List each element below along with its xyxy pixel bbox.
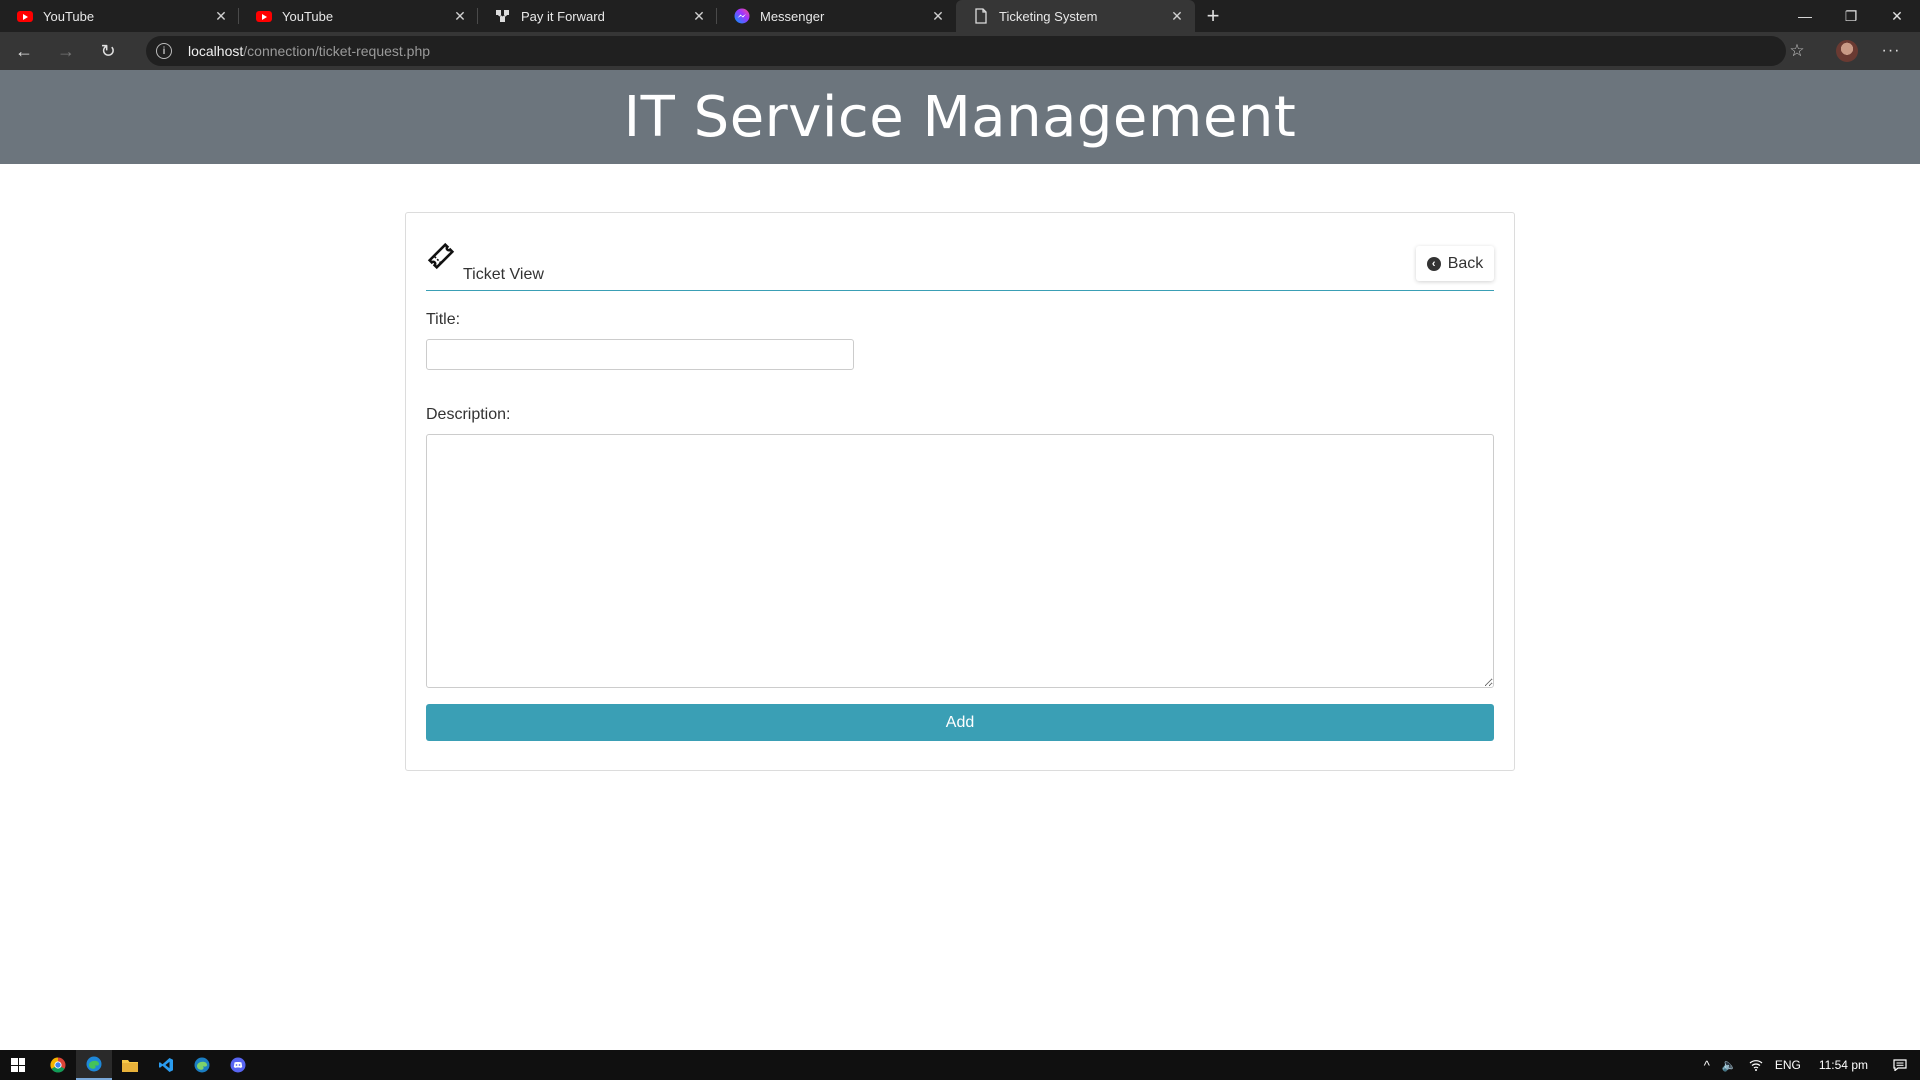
tab-youtube-2[interactable]: YouTube ✕ bbox=[239, 0, 478, 32]
youtube-icon bbox=[17, 8, 33, 24]
page-icon bbox=[973, 8, 989, 24]
volume-icon[interactable]: 🔈 bbox=[1716, 1058, 1743, 1072]
chevron-up-icon[interactable]: ^ bbox=[1698, 1058, 1716, 1073]
ticket-icon bbox=[427, 242, 455, 270]
description-label: Description: bbox=[426, 406, 511, 423]
taskbar: ^ 🔈 ENG 11:54 pm bbox=[0, 1050, 1920, 1080]
close-icon[interactable]: ✕ bbox=[930, 8, 946, 24]
more-options-icon[interactable]: ··· bbox=[1878, 40, 1904, 62]
edge-dev-icon[interactable] bbox=[184, 1050, 220, 1080]
tab-title: Pay it Forward bbox=[521, 8, 605, 24]
browser-tab-bar: YouTube ✕ YouTube ✕ Pay it Forward ✕ Mes… bbox=[0, 0, 1920, 32]
close-icon[interactable]: ✕ bbox=[213, 8, 229, 24]
page-header: IT Service Management bbox=[0, 70, 1920, 164]
chrome-icon[interactable] bbox=[40, 1050, 76, 1080]
edge-icon[interactable] bbox=[76, 1050, 112, 1080]
arrow-circle-left-icon: ‹ bbox=[1426, 256, 1441, 271]
title-input[interactable] bbox=[426, 339, 854, 370]
url-path: /connection/ticket-request.php bbox=[243, 43, 431, 59]
browser-toolbar: ← → ↻ i localhost/connection/ticket-requ… bbox=[0, 32, 1920, 70]
tab-title: Messenger bbox=[760, 8, 825, 24]
ticket-card: Ticket View ‹ Back Title: Description: A… bbox=[405, 212, 1515, 771]
refresh-icon[interactable]: ↻ bbox=[90, 35, 126, 67]
tab-title: Ticketing System bbox=[999, 8, 1098, 24]
back-button[interactable]: ‹ Back bbox=[1416, 246, 1494, 281]
close-icon[interactable]: ✕ bbox=[1169, 8, 1185, 24]
page-title: IT Service Management bbox=[623, 84, 1297, 150]
clock[interactable]: 11:54 pm bbox=[1807, 1058, 1880, 1072]
tab-title: YouTube bbox=[282, 8, 334, 24]
windows-start-icon[interactable] bbox=[0, 1050, 36, 1080]
back-label: Back bbox=[1447, 254, 1484, 272]
tab-ticketing-system[interactable]: Ticketing System ✕ bbox=[956, 0, 1195, 32]
title-label: Title: bbox=[426, 311, 461, 328]
wifi-icon[interactable] bbox=[1743, 1059, 1769, 1071]
new-tab-button[interactable]: + bbox=[1197, 0, 1229, 32]
tab-youtube-1[interactable]: YouTube ✕ bbox=[0, 0, 239, 32]
messenger-icon bbox=[734, 8, 750, 24]
vscode-icon[interactable] bbox=[148, 1050, 184, 1080]
avatar[interactable] bbox=[1836, 40, 1858, 62]
tab-pay-it-forward[interactable]: Pay it Forward ✕ bbox=[478, 0, 717, 32]
youtube-icon bbox=[256, 8, 272, 24]
info-icon[interactable]: i bbox=[156, 43, 172, 59]
language-indicator[interactable]: ENG bbox=[1769, 1058, 1807, 1072]
window-controls: — ❐ ✕ bbox=[1782, 0, 1920, 32]
gitkraken-icon bbox=[495, 8, 511, 24]
system-tray: ^ 🔈 ENG 11:54 pm bbox=[1698, 1050, 1920, 1080]
tab-messenger[interactable]: Messenger ✕ bbox=[717, 0, 956, 32]
file-explorer-icon[interactable] bbox=[112, 1050, 148, 1080]
favorites-icon[interactable]: ☆ bbox=[1784, 40, 1810, 62]
minimize-icon[interactable]: — bbox=[1782, 0, 1828, 32]
forward-arrow-icon[interactable]: → bbox=[48, 35, 84, 67]
card-header: Ticket View ‹ Back bbox=[426, 233, 1494, 291]
tab-title: YouTube bbox=[43, 8, 95, 24]
add-button[interactable]: Add bbox=[426, 704, 1494, 741]
discord-icon[interactable] bbox=[220, 1050, 256, 1080]
address-bar[interactable]: i localhost/connection/ticket-request.ph… bbox=[146, 36, 1786, 66]
restore-icon[interactable]: ❐ bbox=[1828, 0, 1874, 32]
close-icon[interactable]: ✕ bbox=[452, 8, 468, 24]
description-textarea[interactable] bbox=[426, 434, 1494, 688]
card-title: Ticket View bbox=[463, 266, 544, 283]
close-icon[interactable]: ✕ bbox=[691, 8, 707, 24]
back-arrow-icon[interactable]: ← bbox=[6, 35, 42, 67]
url-host: localhost bbox=[188, 43, 244, 59]
close-window-icon[interactable]: ✕ bbox=[1874, 0, 1920, 32]
notification-icon[interactable] bbox=[1880, 1059, 1920, 1071]
